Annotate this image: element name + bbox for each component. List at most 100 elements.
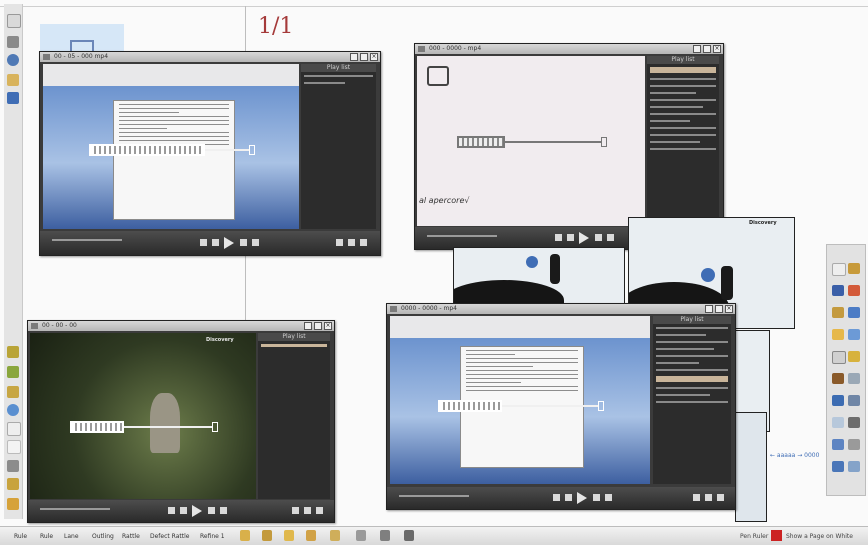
previous-icon[interactable] bbox=[180, 507, 187, 514]
fill-icon[interactable] bbox=[848, 329, 860, 340]
capture-icon[interactable] bbox=[848, 373, 860, 384]
bottom-tab[interactable]: Lane bbox=[64, 533, 79, 540]
select-icon[interactable] bbox=[848, 263, 860, 274]
snow-video-thumbnail[interactable] bbox=[453, 247, 625, 305]
shape-icon[interactable] bbox=[848, 307, 860, 318]
next-icon[interactable] bbox=[208, 507, 215, 514]
undo-icon[interactable] bbox=[832, 395, 844, 406]
minimize-button[interactable] bbox=[350, 53, 358, 61]
triangle-icon[interactable] bbox=[7, 498, 19, 510]
seek-bar[interactable] bbox=[399, 495, 469, 497]
next-icon[interactable] bbox=[240, 239, 247, 246]
previous-icon[interactable] bbox=[212, 239, 219, 246]
play-icon[interactable] bbox=[579, 232, 589, 244]
window-icon[interactable] bbox=[848, 461, 860, 472]
stop-icon[interactable] bbox=[553, 494, 560, 501]
video-area[interactable] bbox=[390, 316, 650, 484]
next-icon[interactable] bbox=[593, 494, 600, 501]
playlist-toggle-icon[interactable] bbox=[316, 507, 323, 514]
text-icon[interactable] bbox=[832, 329, 844, 340]
bottom-tab[interactable]: Rattle bbox=[122, 533, 140, 540]
snow-video-thumbnail[interactable] bbox=[735, 412, 767, 522]
square-icon[interactable] bbox=[832, 263, 846, 276]
close-button[interactable]: × bbox=[370, 53, 378, 61]
eject-icon[interactable] bbox=[252, 239, 259, 246]
bottom-tab[interactable]: Refine 1 bbox=[200, 533, 225, 540]
minimize-button[interactable] bbox=[304, 322, 312, 330]
fullscreen-icon[interactable] bbox=[336, 239, 343, 246]
video-area[interactable] bbox=[43, 64, 299, 229]
media-player-window[interactable]: 00 - 00 - 00 × Discovery Play list bbox=[27, 320, 335, 523]
record-icon[interactable] bbox=[771, 530, 782, 541]
zoom-icon[interactable] bbox=[832, 439, 844, 450]
trash-icon[interactable] bbox=[848, 417, 860, 428]
maximize-button[interactable] bbox=[360, 53, 368, 61]
previous-icon[interactable] bbox=[567, 234, 574, 241]
close-button[interactable]: × bbox=[324, 322, 332, 330]
arrow-icon[interactable] bbox=[7, 366, 19, 378]
redo-icon[interactable] bbox=[848, 395, 860, 406]
eject-icon[interactable] bbox=[220, 507, 227, 514]
close-button[interactable]: × bbox=[725, 305, 733, 313]
hand-icon[interactable] bbox=[7, 92, 19, 104]
pencil-icon[interactable] bbox=[240, 530, 250, 541]
playlist-panel[interactable]: Play list bbox=[301, 64, 376, 229]
marker-icon[interactable] bbox=[848, 285, 860, 296]
seek-bar[interactable] bbox=[427, 235, 497, 237]
bottom-tab[interactable]: Defect Rattle bbox=[150, 533, 189, 540]
play-icon[interactable] bbox=[224, 237, 234, 249]
folder-icon[interactable] bbox=[262, 530, 272, 541]
highlighter-icon[interactable] bbox=[284, 530, 294, 541]
fullscreen-icon[interactable] bbox=[693, 494, 700, 501]
eject-icon[interactable] bbox=[607, 234, 614, 241]
blank-icon[interactable] bbox=[7, 440, 21, 454]
maximize-button[interactable] bbox=[715, 305, 723, 313]
bottom-tab[interactable]: Outling bbox=[92, 533, 114, 540]
eraser-icon[interactable] bbox=[7, 74, 19, 86]
previous-icon[interactable] bbox=[565, 494, 572, 501]
seek-bar[interactable] bbox=[52, 239, 122, 241]
pencil-icon[interactable] bbox=[7, 478, 19, 490]
circle-icon[interactable] bbox=[7, 404, 19, 416]
image-icon[interactable] bbox=[832, 373, 844, 384]
stop-icon[interactable] bbox=[168, 507, 175, 514]
pen-icon[interactable] bbox=[330, 530, 340, 541]
pointer-icon[interactable] bbox=[7, 14, 21, 28]
media-player-window[interactable]: 0000 - 0000 - mp4 × Play list bbox=[386, 303, 736, 510]
stop-icon[interactable] bbox=[555, 234, 562, 241]
shape-icon[interactable] bbox=[380, 530, 390, 541]
title-bar[interactable]: 0000 - 0000 - mp4 × bbox=[387, 304, 735, 314]
maximize-button[interactable] bbox=[703, 45, 711, 53]
playlist-panel[interactable]: Play list bbox=[647, 56, 719, 226]
playlist-panel[interactable]: Play list bbox=[653, 316, 731, 484]
playlist-toggle-icon[interactable] bbox=[717, 494, 724, 501]
next-icon[interactable] bbox=[595, 234, 602, 241]
zoom-icon[interactable] bbox=[7, 54, 19, 66]
stop-icon[interactable] bbox=[200, 239, 207, 246]
bottom-tab[interactable]: Rule bbox=[40, 533, 53, 540]
eject-icon[interactable] bbox=[605, 494, 612, 501]
settings-icon[interactable] bbox=[848, 439, 860, 450]
play-icon[interactable] bbox=[577, 492, 587, 504]
media-player-window[interactable]: 00 - 05 - 000 mp4 × Play list bbox=[39, 51, 381, 256]
minimize-button[interactable] bbox=[705, 305, 713, 313]
title-bar[interactable]: 000 - 0000 - mp4 × bbox=[415, 44, 723, 54]
arrow-icon[interactable] bbox=[356, 530, 366, 541]
pen-icon[interactable] bbox=[7, 36, 19, 48]
square-icon[interactable] bbox=[7, 422, 21, 436]
minimize-button[interactable] bbox=[693, 45, 701, 53]
folder-icon[interactable] bbox=[7, 346, 19, 358]
grid-icon[interactable] bbox=[404, 530, 414, 541]
pen-icon[interactable] bbox=[832, 285, 844, 296]
title-bar[interactable]: 00 - 05 - 000 mp4 × bbox=[40, 52, 380, 62]
marker-icon[interactable] bbox=[306, 530, 316, 541]
bottom-tab[interactable]: Rule bbox=[14, 533, 27, 540]
settings-icon[interactable] bbox=[705, 494, 712, 501]
close-button[interactable]: × bbox=[713, 45, 721, 53]
settings-icon[interactable] bbox=[304, 507, 311, 514]
title-bar[interactable]: 00 - 00 - 00 × bbox=[28, 321, 334, 331]
playlist-toggle-icon[interactable] bbox=[360, 239, 367, 246]
video-area[interactable]: Discovery bbox=[30, 333, 256, 499]
clear-icon[interactable] bbox=[832, 417, 844, 428]
play-icon[interactable] bbox=[192, 505, 202, 517]
